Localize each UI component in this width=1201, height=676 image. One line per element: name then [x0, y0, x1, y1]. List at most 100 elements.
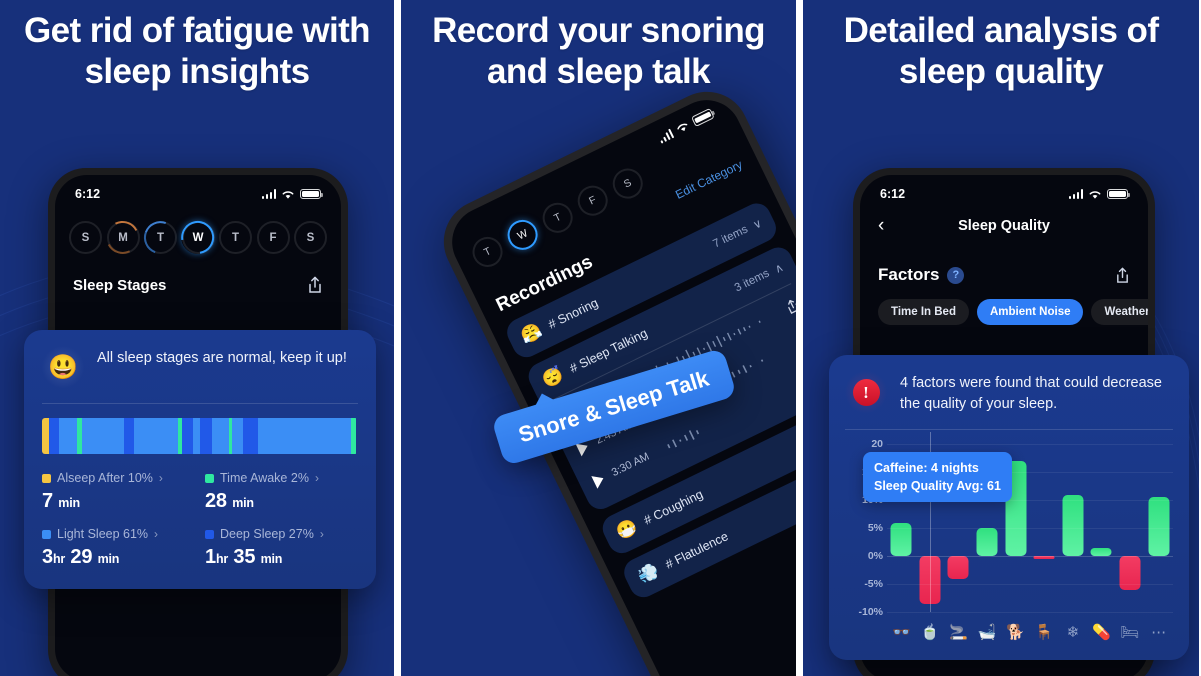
sleep-quality-message: 4 factors were found that could decrease… — [900, 375, 1162, 412]
sleep-quality-card: ! 4 factors were found that could decrea… — [829, 355, 1189, 661]
sleep-stages-card: 😃 All sleep stages are normal, keep it u… — [24, 330, 376, 589]
sleep-talking-emoji: 😴 — [539, 364, 567, 391]
factor-chips[interactable]: Time In Bed Ambient Noise Weather Sleep … — [860, 285, 1148, 325]
grid-line — [887, 528, 1173, 530]
play-icon[interactable] — [591, 471, 607, 489]
stat-time-awake[interactable]: Time Awake 2% › 28 min — [205, 471, 358, 513]
sofa-icon[interactable]: 🪑 — [1030, 625, 1059, 640]
coffee-beans-icon[interactable]: 🍵 — [916, 625, 945, 640]
swatch-time-awake — [205, 473, 214, 483]
stat-value-min: 29 — [70, 546, 93, 568]
section-title: Sleep Stages — [73, 276, 167, 294]
tilted-phone-mockup: T W T F S Edit Category Recordings 😤 # Sn… — [401, 47, 796, 676]
stat-label: Light Sleep 61% — [57, 527, 149, 541]
hypnogram-segment — [350, 418, 356, 454]
factors-chart: 2015%10%5%0%-5%-10% Caffeine: 4 nights S… — [845, 432, 1173, 644]
y-tick-label: 0% — [867, 550, 883, 563]
swatch-asleep-after — [42, 473, 51, 483]
tooltip-line-2: Sleep Quality Avg: 61 — [874, 479, 1001, 494]
glasses-icon[interactable]: 👓 — [887, 625, 916, 640]
chevron-up-icon[interactable]: ∧ — [772, 260, 786, 276]
dog-icon[interactable]: 🐕 — [1001, 625, 1030, 640]
weekday-f[interactable]: F — [256, 221, 290, 254]
more-icon[interactable]: ⋯ — [1144, 625, 1173, 640]
stat-unit-hr: hr — [215, 552, 229, 566]
stat-asleep-after[interactable]: Alseep After 10% › 7 min — [42, 471, 195, 513]
chip-weather[interactable]: Weather — [1091, 299, 1148, 325]
item-count: 7 items — [711, 223, 750, 251]
weekday-selector[interactable]: S M T W T F S — [55, 205, 341, 261]
category-label: # Snoring — [546, 295, 601, 332]
tooltip-line-1: Caffeine: 4 nights — [874, 461, 979, 476]
chevron-down-icon[interactable]: ∨ — [750, 216, 764, 232]
stat-unit-min: min — [260, 552, 283, 566]
snowflake-icon[interactable]: ❄ — [1059, 625, 1088, 640]
stat-light-sleep[interactable]: Light Sleep 61% › 3hr 29 min — [42, 527, 195, 569]
bathtub-icon[interactable]: 🛁 — [973, 625, 1002, 640]
hypnogram-segment — [257, 418, 351, 454]
chart-bar[interactable] — [976, 528, 998, 557]
weekday-s2[interactable]: S — [294, 221, 327, 254]
pill-icon[interactable]: 💊 — [1087, 625, 1116, 640]
share-icon[interactable] — [307, 276, 323, 294]
y-tick-label: -10% — [858, 606, 883, 619]
recording-time: 3:30 AM — [609, 450, 652, 480]
stat-unit: min — [232, 496, 254, 510]
chart-bar[interactable] — [1148, 497, 1170, 557]
chip-time-in-bed[interactable]: Time In Bed — [878, 299, 969, 325]
panel-headline: Detailed analysis of sleep quality — [843, 11, 1159, 92]
stat-value-hr: 1 — [205, 546, 216, 568]
zero-line — [887, 556, 1173, 558]
factors-label: Factors — [878, 265, 940, 284]
panel-sleep-quality: Detailed analysis of sleep quality 6:12 — [803, 0, 1199, 676]
hypnogram-segment — [192, 418, 201, 454]
bed-icon[interactable]: 🛏 — [1116, 625, 1145, 640]
battery-icon — [300, 188, 323, 200]
chevron-right-icon: › — [319, 527, 324, 541]
flatulence-emoji: 💨 — [634, 560, 663, 587]
share-icon[interactable] — [783, 296, 796, 315]
status-time: 6:12 — [880, 187, 906, 201]
chart-bar[interactable] — [1090, 547, 1112, 557]
question-mark-icon[interactable]: ? — [947, 266, 965, 284]
smoking-icon[interactable]: 🚬 — [944, 625, 973, 640]
card-divider — [42, 403, 358, 404]
chevron-right-icon: › — [154, 527, 159, 541]
stat-value: 7 — [42, 490, 53, 512]
page-title: Sleep Quality — [958, 218, 1050, 234]
weekday-s1[interactable]: S — [69, 221, 102, 254]
chart-bar[interactable] — [947, 556, 969, 579]
panel-headline: Get rid of fatigue with sleep insights — [24, 11, 371, 92]
factors-header: Factors ? — [860, 237, 1148, 285]
weekday-t1[interactable]: T — [138, 215, 183, 260]
wifi-icon — [282, 190, 294, 199]
hypnogram-segment — [181, 418, 193, 454]
y-tick-label: -5% — [864, 578, 883, 591]
weekday-m[interactable]: M — [101, 216, 145, 259]
battery-icon — [1107, 188, 1130, 200]
hypnogram-bar — [42, 418, 358, 454]
stat-label: Alseep After 10% — [57, 471, 153, 485]
coughing-emoji: 😷 — [613, 516, 641, 543]
snoring-emoji: 😤 — [517, 320, 545, 347]
nav-bar: ‹ Sleep Quality — [860, 205, 1148, 237]
chevron-right-icon: › — [158, 471, 163, 485]
stat-value-min: 35 — [233, 546, 256, 568]
card-divider — [845, 429, 1173, 431]
stat-unit: min — [58, 496, 80, 510]
weekday-t2[interactable]: T — [219, 221, 252, 254]
panel-headline: Record your snoring and sleep talk — [432, 11, 765, 92]
chart-tooltip: Caffeine: 4 nights Sleep Quality Avg: 61 — [863, 452, 1012, 503]
item-count: 3 items — [732, 267, 772, 295]
weekday-w-selected[interactable]: W — [174, 214, 222, 261]
y-tick-label: 5% — [867, 522, 883, 535]
category-label: # Flatulence — [663, 529, 731, 572]
chart-bar[interactable] — [1062, 494, 1084, 557]
chart-x-axis-icons[interactable]: 👓 🍵 🚬 🛁 🐕 🪑 ❄ 💊 🛏 ⋯ — [887, 625, 1173, 640]
stat-deep-sleep[interactable]: Deep Sleep 27% › 1hr 35 min — [205, 527, 358, 569]
share-icon[interactable] — [1115, 267, 1130, 284]
hypnogram-segment — [133, 418, 179, 454]
panel-record-snoring: Record your snoring and sleep talk T W T… — [401, 0, 796, 676]
stat-value-hr: 3 — [42, 546, 53, 568]
chip-ambient-noise[interactable]: Ambient Noise — [976, 299, 1084, 325]
